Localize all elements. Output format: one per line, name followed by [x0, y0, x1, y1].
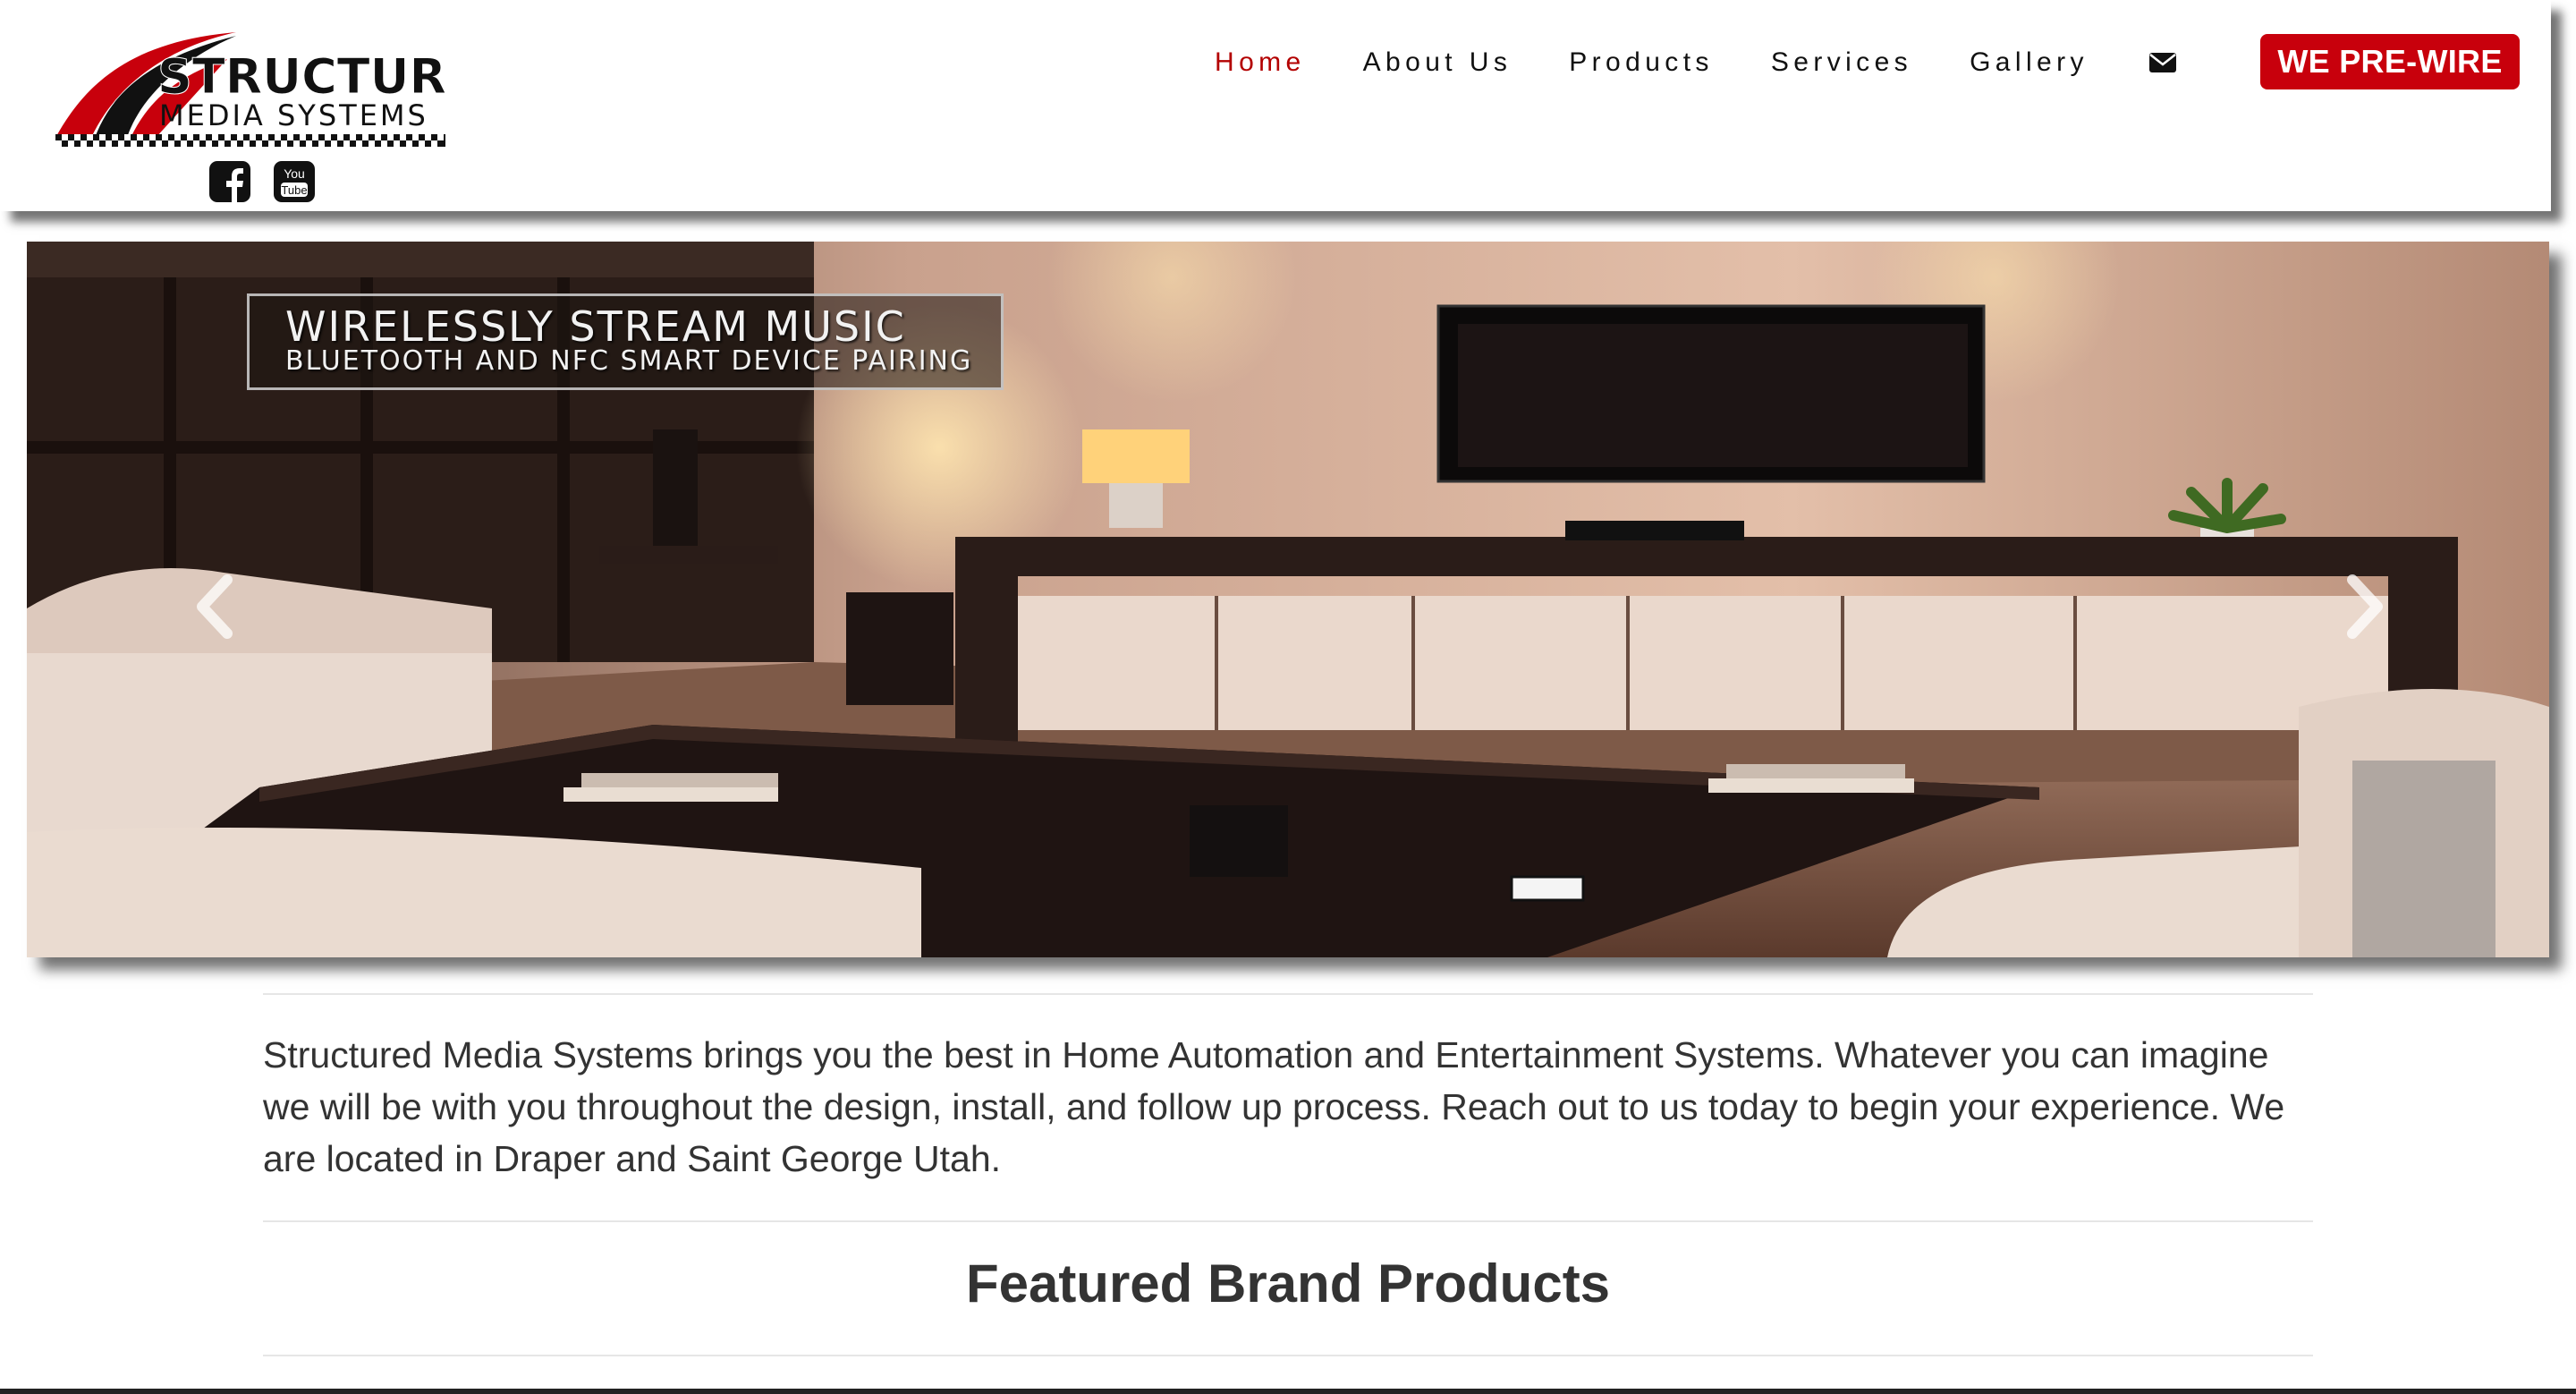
slide-caption-subtitle: BLUETOOTH AND NFC SMART DEVICE PAIRING [285, 345, 973, 377]
nav-item-products[interactable]: Products [1569, 43, 1714, 82]
nav-item-home[interactable]: Home [1215, 43, 1306, 82]
logo-checker-strip [55, 134, 445, 147]
social-links: You Tube [209, 161, 315, 202]
youtube-glyph-bottom: Tube [281, 183, 307, 197]
slide-caption: WIRELESSLY STREAM MUSIC BLUETOOTH AND NF… [247, 293, 1004, 390]
site-header: STRUCTURED MEDIA SYSTEMS You Tube Home A… [0, 0, 2551, 211]
divider-bottom [263, 1355, 2313, 1356]
envelope-icon[interactable] [2148, 53, 2176, 72]
hero-carousel: WIRELESSLY STREAM MUSIC BLUETOOTH AND NF… [27, 242, 2549, 957]
divider-middle [263, 1220, 2313, 1222]
youtube-glyph-top: You [284, 166, 305, 181]
logo-wordmark-structured: STRUCTURED [157, 48, 451, 105]
featured-brand-products-heading: Featured Brand Products [965, 1254, 1611, 1313]
we-pre-wire-button[interactable]: WE PRE-WIRE [2260, 34, 2520, 89]
youtube-icon[interactable]: You Tube [274, 161, 315, 202]
slide-caption-title: WIRELESSLY STREAM MUSIC [285, 302, 906, 351]
main-nav: Home About Us Products Services Gallery [1215, 43, 2233, 82]
logo-wordmark-media-systems: MEDIA SYSTEMS [159, 98, 428, 132]
nav-item-services[interactable]: Services [1771, 43, 1912, 82]
nav-item-about-us[interactable]: About Us [1363, 43, 1513, 82]
chevron-right-icon[interactable] [2338, 571, 2392, 642]
structured-media-systems-logo[interactable]: STRUCTURED MEDIA SYSTEMS [48, 23, 451, 156]
divider-top [263, 993, 2313, 995]
viewport-bottom-edge [0, 1389, 2576, 1394]
chevron-left-icon[interactable] [188, 571, 242, 642]
intro-paragraph: Structured Media Systems brings you the … [263, 1034, 2285, 1179]
nav-item-gallery[interactable]: Gallery [1970, 43, 2089, 82]
facebook-icon[interactable] [209, 161, 250, 202]
